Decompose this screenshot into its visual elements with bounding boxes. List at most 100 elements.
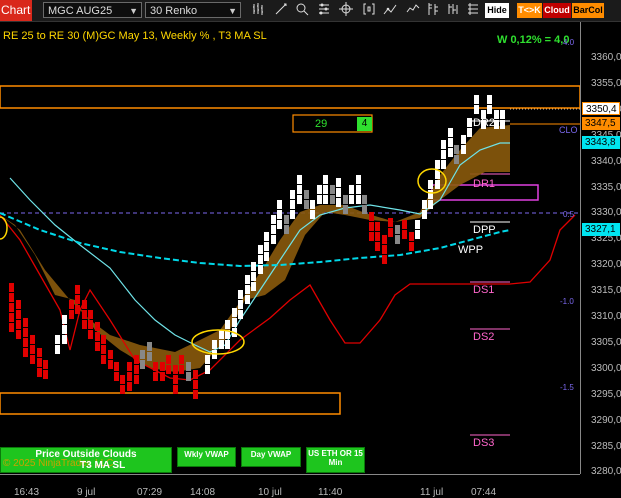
chart-plot-area[interactable]: [0, 22, 580, 474]
renko-brick: [232, 308, 237, 317]
renko-brick: [173, 375, 178, 384]
renko-brick: [245, 295, 250, 304]
cloud-toggle-button[interactable]: Cloud: [543, 3, 571, 18]
renko-brick: [9, 313, 14, 322]
price-tick: 3355,0: [591, 77, 621, 89]
renko-brick: [179, 365, 184, 374]
price-tick: 3305,0: [591, 336, 621, 348]
bar-type-selector[interactable]: 30 Renko ▼: [145, 2, 241, 18]
renko-brick: [277, 210, 282, 219]
vwap-line: [0, 212, 511, 268]
indicator-icon[interactable]: [405, 2, 421, 18]
renko-brick: [134, 375, 139, 384]
level-ds3: DS3: [473, 437, 495, 449]
renko-brick: [120, 385, 125, 394]
renko-brick: [395, 225, 400, 234]
renko-brick: [402, 230, 407, 239]
renko-brick: [395, 235, 400, 244]
bar-style-icon[interactable]: [251, 2, 267, 18]
crosshair-icon[interactable]: [338, 2, 354, 18]
renko-brick: [127, 362, 132, 371]
renko-brick: [95, 322, 100, 331]
renko-brick: [409, 232, 414, 241]
chart-tab[interactable]: Chart: [0, 0, 32, 21]
renko-brick: [245, 275, 250, 284]
renko-brick: [219, 340, 224, 349]
renko-brick: [388, 218, 393, 227]
renko-brick: [382, 245, 387, 254]
renko-brick: [186, 372, 191, 381]
renko-brick: [251, 262, 256, 271]
level-dr1: DR1: [473, 178, 496, 190]
chart-trader-icon[interactable]: [465, 2, 481, 18]
properties-icon[interactable]: [316, 2, 332, 18]
renko-brick: [461, 135, 466, 144]
renko-brick: [219, 330, 224, 339]
renko-brick: [428, 200, 433, 209]
renko-brick: [23, 348, 28, 357]
renko-brick: [362, 195, 367, 204]
renko-brick: [9, 323, 14, 332]
renko-brick: [101, 345, 106, 354]
hide-button[interactable]: Hide: [485, 3, 509, 18]
template-icon[interactable]: [425, 2, 441, 18]
renko-brick: [160, 362, 165, 371]
us-eth-or-button[interactable]: US ETH OR 15 Min: [306, 447, 365, 473]
renko-brick: [69, 310, 74, 319]
price-axis[interactable]: [580, 22, 621, 474]
renko-brick: [95, 342, 100, 351]
price-tick: 3330,0: [591, 207, 621, 219]
renko-brick: [238, 300, 243, 309]
renko-brick: [271, 235, 276, 244]
tk-toggle-button[interactable]: T<>K: [517, 3, 542, 18]
renko-brick: [16, 310, 21, 319]
renko-brick: [382, 235, 387, 244]
box-badge: 4: [357, 117, 372, 131]
renko-brick: [114, 372, 119, 381]
barcol-toggle-button[interactable]: BarCol: [572, 3, 604, 18]
text-tool-icon[interactable]: [446, 2, 462, 18]
renko-brick: [435, 180, 440, 189]
renko-brick: [409, 242, 414, 251]
chevron-down-icon: ▼: [129, 6, 138, 16]
renko-brick: [258, 245, 263, 254]
renko-brick: [297, 195, 302, 204]
instrument-selector[interactable]: MGC AUG25 ▼: [43, 2, 142, 18]
renko-brick: [127, 372, 132, 381]
renko-brick: [435, 160, 440, 169]
renko-brick: [428, 180, 433, 189]
renko-brick: [238, 310, 243, 319]
brackets-icon[interactable]: [361, 2, 377, 18]
wkly-vwap-button[interactable]: Wkly VWAP: [177, 447, 236, 467]
renko-brick: [23, 328, 28, 337]
renko-brick: [264, 232, 269, 241]
renko-brick: [147, 342, 152, 351]
renko-brick: [284, 225, 289, 234]
zoom-icon[interactable]: [294, 2, 310, 18]
price-tick: 3300,0: [591, 362, 621, 374]
renko-brick: [62, 315, 67, 324]
drawing-tool-icon[interactable]: [273, 2, 289, 18]
renko-brick: [108, 360, 113, 369]
renko-brick: [375, 232, 380, 241]
renko-brick: [9, 303, 14, 312]
strategy-icon[interactable]: [382, 2, 398, 18]
day-vwap-button[interactable]: Day VWAP: [241, 447, 301, 467]
renko-brick: [140, 350, 145, 359]
level-dpp: DPP: [473, 224, 496, 236]
renko-brick: [415, 220, 420, 229]
renko-brick: [251, 282, 256, 291]
renko-brick: [30, 345, 35, 354]
t3-label: T3 MA SL: [80, 460, 126, 471]
renko-brick: [193, 390, 198, 399]
renko-brick: [290, 190, 295, 199]
resistance-zone: [0, 85, 580, 109]
renko-brick: [88, 330, 93, 339]
renko-brick: [356, 175, 361, 184]
renko-brick: [474, 105, 479, 114]
renko-brick: [114, 362, 119, 371]
renko-brick: [101, 335, 106, 344]
last-price-tag: 3350,4: [582, 102, 620, 115]
renko-brick: [75, 305, 80, 314]
renko-brick: [290, 210, 295, 219]
